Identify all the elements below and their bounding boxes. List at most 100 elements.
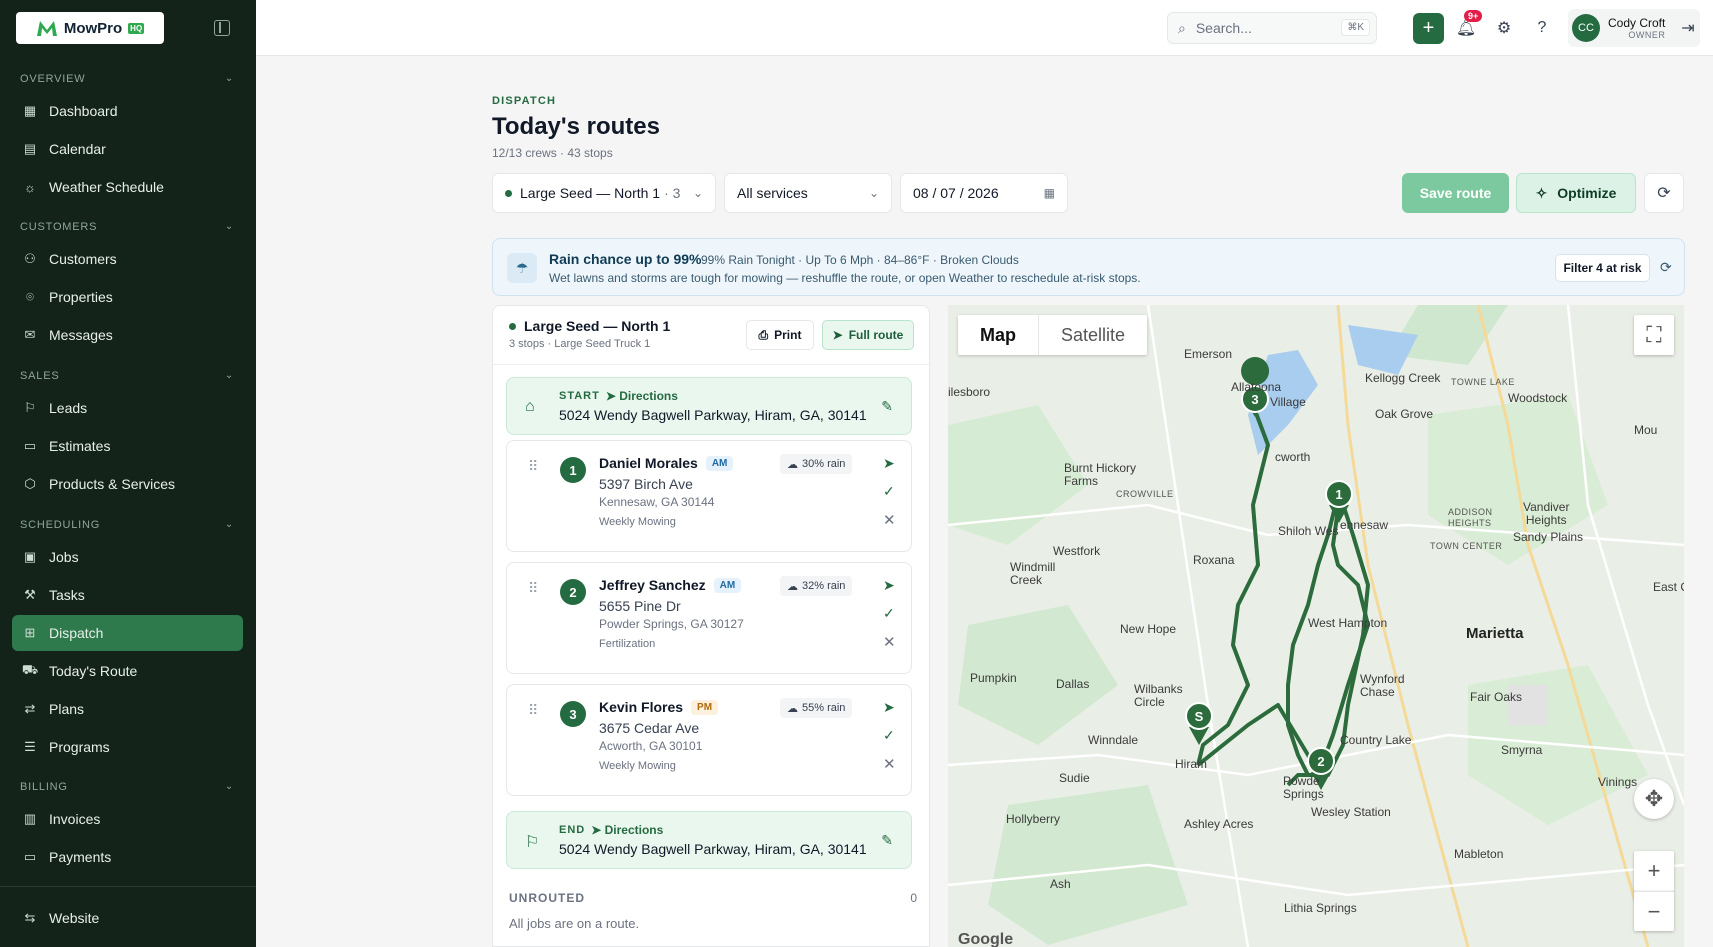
sidebar-item-invoices[interactable]: ▥ Invoices <box>12 801 243 837</box>
sidebar-item-customers[interactable]: ⚇ Customers <box>12 241 243 277</box>
page-title: Today's routes <box>492 113 660 140</box>
weather-alert: ☂ Rain chance up to 99% 99% Rain Tonight… <box>492 238 1685 296</box>
mowpro-logo-icon <box>36 21 57 36</box>
customer-name: Daniel Morales <box>599 455 698 471</box>
navigate-icon[interactable]: ➤ <box>883 699 895 716</box>
sidebar-item-weather-schedule[interactable]: ☼ Weather Schedule <box>12 169 243 205</box>
sidebar-item-jobs[interactable]: ▣ Jobs <box>12 539 243 575</box>
directions-link[interactable]: ➤ Directions <box>606 389 678 403</box>
camera-control-button[interactable]: ✥ <box>1634 779 1674 819</box>
map-place: Woodstock <box>1508 391 1568 405</box>
remove-icon[interactable]: ✕ <box>883 633 896 651</box>
section-billing[interactable]: BILLING ⌄ <box>20 781 234 793</box>
stop-address: 5655 Pine Dr <box>599 598 681 614</box>
sidebar-item-products-services[interactable]: ⬡ Products & Services <box>12 466 243 502</box>
print-button[interactable]: ⎙ Print <box>746 320 814 350</box>
sidebar-item-calendar[interactable]: ▤ Calendar <box>12 131 243 167</box>
services-select[interactable]: All services ⌄ <box>724 173 892 213</box>
map-place: Dallas <box>1056 677 1090 691</box>
route-map[interactable]: 3 1 S 2 Emerson Allatoona Village Kellog… <box>948 305 1684 947</box>
directions-link[interactable]: ➤ Directions <box>591 823 663 837</box>
map-place: Windmill Creek <box>1010 560 1056 587</box>
sidebar-item-messages[interactable]: ✉ Messages <box>12 317 243 353</box>
map-place: Country Lake <box>1340 733 1412 747</box>
fullscreen-button[interactable]: ⛶ <box>1634 315 1674 355</box>
route-stop[interactable]: ⠿ 1 Daniel Morales AM 5397 Birch Ave Kenn… <box>506 440 912 552</box>
route-stop[interactable]: ⠿ 3 Kevin Flores PM 3675 Cedar Ave Acwort… <box>506 684 912 796</box>
zoom-out-button[interactable]: − <box>1634 891 1674 931</box>
stop-service: Fertilization <box>599 638 656 650</box>
check-circle-icon[interactable]: ✓ <box>883 483 895 500</box>
sidebar-item-programs[interactable]: ☰ Programs <box>12 729 243 765</box>
route-stop[interactable]: ⠿ 2 Jeffrey Sanchez AM 5655 Pine Dr Powde… <box>506 562 912 674</box>
grid-icon: ▦ <box>23 103 37 118</box>
map-place: Roxana <box>1193 553 1235 567</box>
route-end: ⚐ END ➤ Directions 5024 Wendy Bagwell Par… <box>506 811 912 869</box>
map-place: Winndale <box>1088 733 1139 747</box>
sidebar-item-website[interactable]: ⇆ Website <box>12 900 243 936</box>
create-new-button[interactable]: + <box>1413 13 1444 44</box>
navigate-icon[interactable]: ➤ <box>883 455 895 472</box>
map-place: Wesley Station <box>1311 805 1391 819</box>
map-place: CROWVILLE <box>1116 489 1174 499</box>
drag-handle-icon[interactable]: ⠿ <box>528 581 538 595</box>
sidebar-item-dispatch[interactable]: ⊞ Dispatch <box>12 615 243 651</box>
sidebar-item-dashboard[interactable]: ▦ Dashboard <box>12 93 243 129</box>
check-circle-icon[interactable]: ✓ <box>883 605 895 622</box>
full-route-button[interactable]: ➤ Full route <box>822 320 914 350</box>
tab-satellite[interactable]: Satellite <box>1038 315 1147 355</box>
users-icon: ⚇ <box>24 251 36 266</box>
check-circle-icon[interactable]: ✓ <box>883 727 895 744</box>
zoom-in-button[interactable]: + <box>1634 851 1674 891</box>
edit-icon[interactable]: ✎ <box>881 832 893 849</box>
section-scheduling[interactable]: SCHEDULING ⌄ <box>20 519 234 531</box>
swap-icon: ⇆ <box>24 910 36 925</box>
map-place: Hiram <box>1175 757 1207 771</box>
map-place: ADDISON HEIGHTS <box>1448 507 1493 528</box>
sidebar-item-tasks[interactable]: ⚒ Tasks <box>12 577 243 613</box>
stop-number: 1 <box>560 457 586 483</box>
search-input[interactable]: ⌕ Search... ⌘K <box>1167 12 1377 44</box>
optimize-button[interactable]: ✧ Optimize <box>1516 173 1636 213</box>
date-input[interactable]: 08 / 07 / 2026 ▦ <box>900 173 1068 213</box>
sparkle-icon: ✧ <box>1535 184 1548 201</box>
sidebar-item-estimates[interactable]: ▭ Estimates <box>12 428 243 464</box>
filter-at-risk-button[interactable]: Filter 4 at risk <box>1555 254 1650 282</box>
save-route-button[interactable]: Save route <box>1402 173 1509 213</box>
sidebar-item-todays-route[interactable]: ⛟ Today's Route <box>12 653 243 689</box>
remove-icon[interactable]: ✕ <box>883 511 896 529</box>
page-subtitle: 12/13 crews · 43 stops <box>492 146 613 160</box>
map-place: Wilbanks Circle <box>1134 682 1183 709</box>
section-sales[interactable]: SALES ⌄ <box>20 370 234 382</box>
refresh-button[interactable]: ⟳ <box>1644 173 1684 213</box>
sidebar-item-leads[interactable]: ⚐ Leads <box>12 390 243 426</box>
remove-icon[interactable]: ✕ <box>883 755 896 773</box>
gear-icon[interactable]: ⚙ <box>1494 18 1514 38</box>
navigate-icon[interactable]: ➤ <box>883 577 895 594</box>
edit-icon[interactable]: ✎ <box>881 398 893 415</box>
calendar-icon[interactable]: ▦ <box>1044 186 1055 200</box>
sidebar-collapse-icon[interactable] <box>214 20 230 36</box>
stop-city: Powder Springs, GA 30127 <box>599 617 744 631</box>
section-overview[interactable]: OVERVIEW ⌄ <box>20 73 234 85</box>
sidebar-item-plans[interactable]: ⇄ Plans <box>12 691 243 727</box>
map-place: Fair Oaks <box>1470 690 1523 704</box>
tab-map[interactable]: Map <box>958 315 1038 355</box>
move-icon: ✥ <box>1644 786 1664 811</box>
drag-handle-icon[interactable]: ⠿ <box>528 459 538 473</box>
sidebar-item-properties[interactable]: ⌾ Properties <box>12 279 243 315</box>
chevron-down-icon: ⌄ <box>868 186 879 200</box>
map-place: Mableton <box>1454 847 1504 861</box>
weather-refresh-icon[interactable]: ⟳ <box>1660 259 1672 276</box>
drag-handle-icon[interactable]: ⠿ <box>528 703 538 717</box>
help-icon[interactable]: ? <box>1532 18 1552 38</box>
brand-logo[interactable]: MowPro HQ <box>16 12 164 44</box>
sidebar-item-payments[interactable]: ▭ Payments <box>12 839 243 875</box>
time-slot-badge: AM <box>713 577 742 593</box>
notification-badge: 9+ <box>1464 10 1483 22</box>
map-place: Burnt Hickory Farms <box>1064 461 1137 488</box>
section-customers[interactable]: CUSTOMERS ⌄ <box>20 221 234 233</box>
crew-select[interactable]: Large Seed — North 1 · 3 ⌄ <box>492 173 716 213</box>
repeat-icon: ⇄ <box>24 701 36 716</box>
logout-icon[interactable]: ⇥ <box>1678 18 1698 38</box>
